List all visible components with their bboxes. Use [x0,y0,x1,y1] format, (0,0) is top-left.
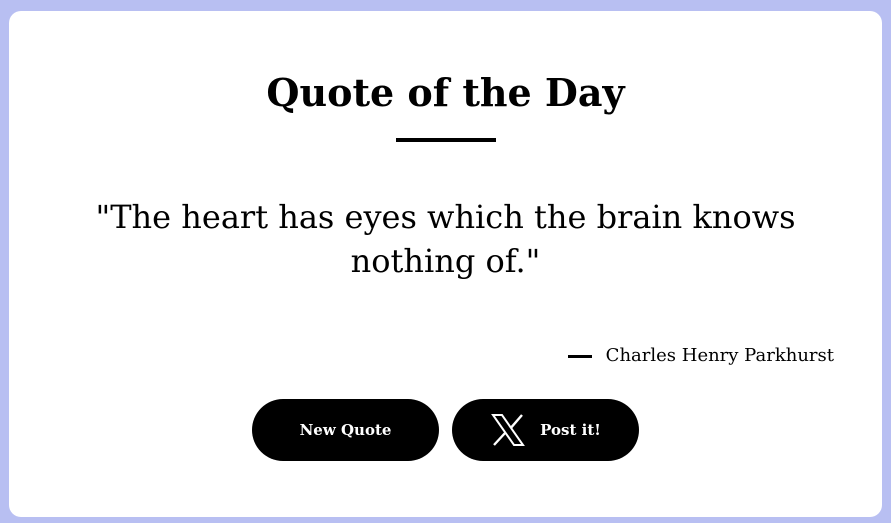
author-dash [567,354,592,358]
quote-text: "The heart has eyes which the brain know… [95,198,796,280]
post-button[interactable]: Post it! [452,399,639,461]
quote-card: Quote of the Day "The heart has eyes whi… [9,11,882,517]
title-divider [396,138,496,142]
author-line: Charles Henry Parkhurst [567,344,834,368]
new-quote-button[interactable]: New Quote [252,399,439,461]
page-title: Quote of the Day [266,70,625,115]
x-logo-icon [491,414,526,446]
quote-author: Charles Henry Parkhurst [605,345,834,366]
new-quote-label: New Quote [299,421,392,439]
post-label: Post it! [540,421,601,439]
